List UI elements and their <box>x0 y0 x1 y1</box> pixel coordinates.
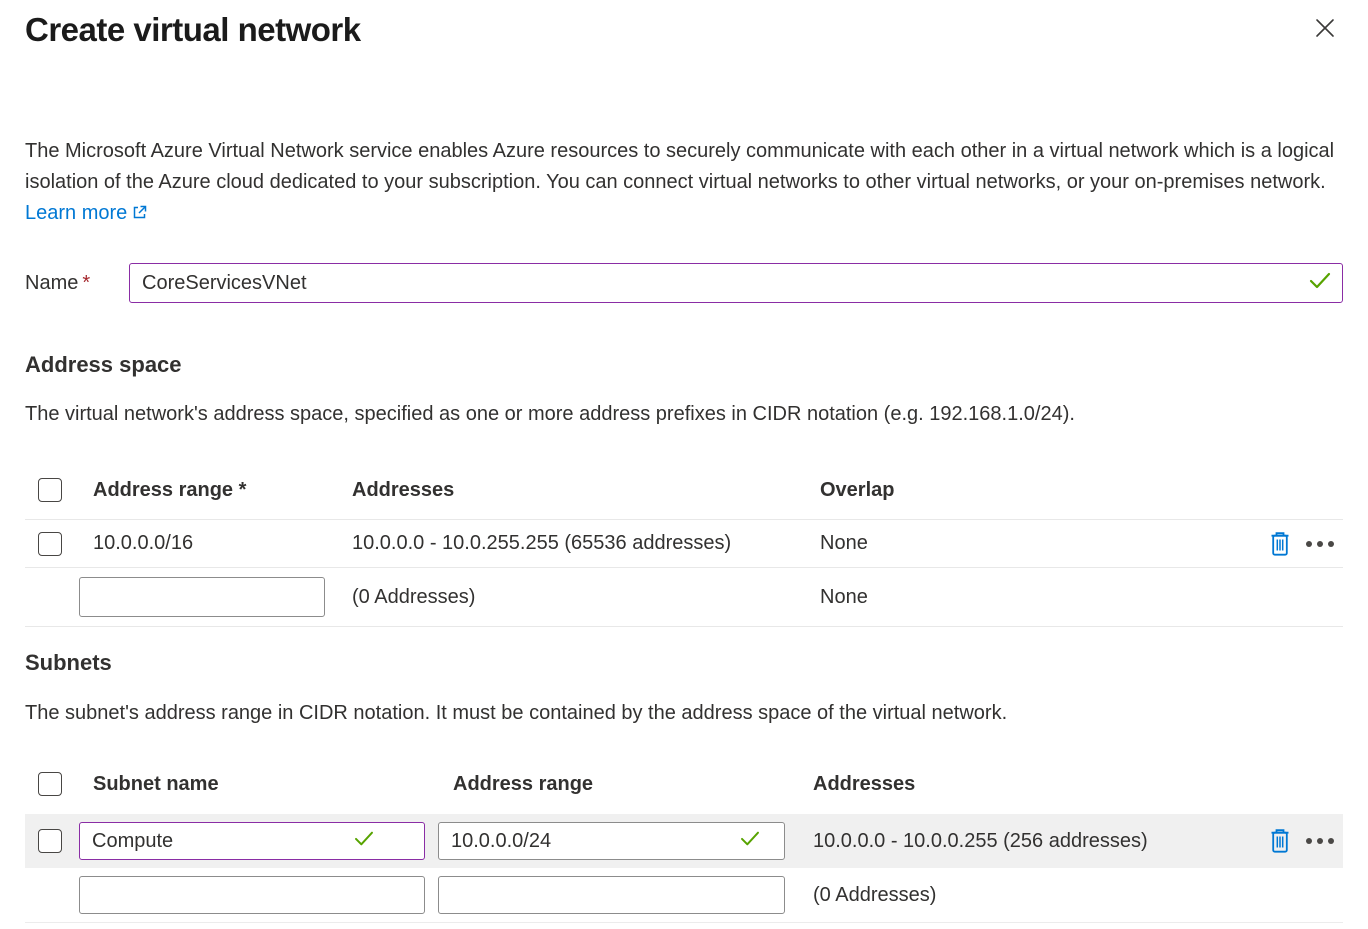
valid-check-icon <box>1309 272 1331 295</box>
overlap-value: None <box>820 532 1251 555</box>
column-header-address-range: Address range * <box>79 479 352 502</box>
external-link-icon <box>131 200 148 231</box>
column-header-subnet-name: Subnet name <box>79 773 438 796</box>
subnet-select-all-checkbox[interactable] <box>38 772 62 796</box>
close-button[interactable] <box>1307 10 1343 46</box>
subnets-heading: Subnets <box>25 649 1343 677</box>
address-space-row: 10.0.0.0/16 10.0.0.0 - 10.0.255.255 (655… <box>25 519 1343 567</box>
trash-icon <box>1268 828 1292 854</box>
trash-icon <box>1268 531 1292 557</box>
subnet-range-valid-icon <box>740 830 760 853</box>
name-field-label: Name* <box>25 272 129 295</box>
subnet-addresses-value: 10.0.0.0 - 10.0.0.255 (256 addresses) <box>798 830 1251 853</box>
subnets-description: The subnet's address range in CIDR notat… <box>25 700 1343 726</box>
name-input[interactable] <box>129 263 1343 303</box>
close-icon <box>1312 15 1338 41</box>
subnet-addresses-placeholder: (0 Addresses) <box>798 884 1251 907</box>
learn-more-link[interactable]: Learn more <box>25 202 148 224</box>
address-space-new-row: (0 Addresses) None <box>25 567 1343 627</box>
subnet-address-range-input[interactable] <box>438 822 785 860</box>
ellipsis-icon <box>1305 837 1337 845</box>
addresses-placeholder: (0 Addresses) <box>352 586 820 609</box>
delete-row-button[interactable] <box>1268 531 1292 557</box>
name-label-text: Name <box>25 272 78 294</box>
row-checkbox[interactable] <box>38 532 62 556</box>
address-space-heading: Address space <box>25 351 1343 379</box>
page-title: Create virtual network <box>25 8 361 52</box>
new-address-range-input[interactable] <box>79 577 325 617</box>
subnet-row-checkbox[interactable] <box>38 829 62 853</box>
delete-subnet-button[interactable] <box>1268 828 1292 854</box>
subnet-name-valid-icon <box>354 830 374 853</box>
select-all-checkbox[interactable] <box>38 478 62 502</box>
address-space-table-header: Address range * Addresses Overlap <box>25 461 1343 519</box>
address-range-value: 10.0.0.0/16 <box>79 532 352 555</box>
intro-text-body: The Microsoft Azure Virtual Network serv… <box>25 140 1334 193</box>
column-header-subnet-addresses: Addresses <box>798 773 1251 796</box>
create-virtual-network-panel: Create virtual network The Microsoft Azu… <box>0 0 1368 929</box>
addresses-value: 10.0.0.0 - 10.0.255.255 (65536 addresses… <box>352 532 820 555</box>
column-header-addresses: Addresses <box>352 479 820 502</box>
column-header-subnet-address-range: Address range <box>438 773 798 796</box>
panel-titlebar: Create virtual network <box>25 8 1343 52</box>
ellipsis-icon <box>1305 540 1337 548</box>
new-subnet-name-input[interactable] <box>79 876 425 914</box>
new-subnet-address-range-input[interactable] <box>438 876 785 914</box>
address-space-description: The virtual network's address space, spe… <box>25 401 1343 427</box>
required-asterisk: * <box>82 272 90 294</box>
subnet-new-row: (0 Addresses) <box>25 868 1343 923</box>
column-header-overlap: Overlap <box>820 479 1251 502</box>
intro-text: The Microsoft Azure Virtual Network serv… <box>25 136 1343 231</box>
overlap-placeholder: None <box>820 586 1251 609</box>
subnet-row-menu-button[interactable] <box>1305 837 1337 845</box>
name-field-row: Name* <box>25 263 1343 303</box>
row-menu-button[interactable] <box>1305 540 1337 548</box>
subnets-table-header: Subnet name Address range Addresses <box>25 754 1343 814</box>
subnet-row: 10.0.0.0 - 10.0.0.255 (256 addresses) <box>25 814 1343 868</box>
learn-more-label: Learn more <box>25 202 127 224</box>
